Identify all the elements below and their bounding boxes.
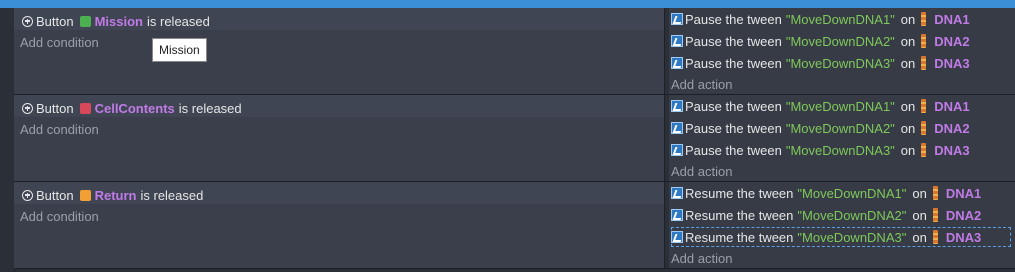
action-verb: Pause the tween — [685, 142, 782, 158]
action-target: DNA2 — [934, 120, 970, 136]
plus-circle-icon — [22, 15, 33, 27]
add-action-link[interactable]: Add action — [671, 77, 732, 92]
condition-kind: Button — [36, 100, 74, 116]
action-verb: Pause the tween — [685, 55, 782, 71]
tween-icon — [671, 144, 683, 156]
tween-name: "MoveDownDNA3" — [797, 229, 907, 245]
top-accent-bar — [0, 0, 1015, 8]
action-on: on — [912, 207, 927, 223]
tween-icon — [671, 122, 683, 134]
condition-kind: Button — [36, 13, 74, 29]
action-on: on — [900, 11, 916, 27]
action-on: on — [900, 98, 916, 114]
add-action-link[interactable]: Add action — [671, 251, 732, 266]
tween-name: "MoveDownDNA2" — [785, 33, 895, 49]
mission-object-icon — [79, 15, 91, 27]
dna-sprite-icon — [921, 12, 927, 26]
action-row[interactable]: Resume the tween "MoveDownDNA1" on DNA1 — [671, 183, 981, 203]
action-row[interactable]: Pause the tween "MoveDownDNA1" on DNA1 — [671, 9, 970, 29]
add-action-link[interactable]: Add action — [671, 164, 732, 179]
add-condition-link[interactable]: Add condition — [20, 209, 99, 224]
action-row[interactable]: Pause the tween "MoveDownDNA3" on DNA3 — [671, 53, 970, 73]
action-target: DNA3 — [945, 229, 982, 245]
tween-name: "MoveDownDNA3" — [785, 142, 895, 158]
action-on: on — [900, 33, 916, 49]
add-condition-link[interactable]: Add condition — [20, 122, 99, 137]
condition-suffix: is released — [140, 187, 204, 203]
action-on: on — [900, 142, 916, 158]
tween-icon — [671, 35, 683, 47]
actions-panel[interactable]: Pause the tween "MoveDownDNA1" on DNA1 P… — [669, 8, 1015, 94]
condition-kind: Button — [36, 187, 74, 203]
tween-icon — [671, 100, 683, 112]
action-row[interactable]: Pause the tween "MoveDownDNA3" on DNA3 — [671, 140, 970, 160]
tween-name: "MoveDownDNA2" — [785, 120, 895, 136]
action-row[interactable]: Pause the tween "MoveDownDNA2" on DNA2 — [671, 31, 970, 51]
action-verb: Pause the tween — [685, 98, 782, 114]
dna-sprite-icon — [932, 230, 938, 244]
action-target: DNA3 — [934, 55, 970, 71]
dna-sprite-icon — [921, 34, 927, 48]
actions-panel[interactable]: Resume the tween "MoveDownDNA1" on DNA1 … — [669, 182, 1015, 268]
condition-row[interactable]: Button CellContents is released — [22, 99, 242, 117]
action-on: on — [912, 229, 927, 245]
action-row[interactable]: Pause the tween "MoveDownDNA1" on DNA1 — [671, 96, 970, 116]
action-verb: Pause the tween — [685, 120, 782, 136]
dna-sprite-icon — [921, 56, 927, 70]
action-verb: Resume the tween — [685, 229, 794, 245]
dna-sprite-icon — [921, 121, 927, 135]
action-verb: Resume the tween — [685, 207, 794, 223]
action-verb: Pause the tween — [685, 33, 782, 49]
condition-object[interactable]: CellContents — [95, 101, 175, 116]
dna-sprite-icon — [932, 208, 938, 222]
dna-sprite-icon — [932, 186, 938, 200]
dna-sprite-icon — [921, 99, 927, 113]
tooltip: Mission — [152, 38, 207, 62]
add-condition-link[interactable]: Add condition — [20, 35, 99, 50]
dna-sprite-icon — [921, 143, 927, 157]
condition-row[interactable]: Button Mission is released — [22, 12, 210, 30]
tween-name: "MoveDownDNA1" — [797, 185, 907, 201]
condition-suffix: is released — [147, 13, 210, 29]
action-target: DNA1 — [934, 98, 970, 114]
action-row[interactable]: Resume the tween "MoveDownDNA2" on DNA2 — [671, 205, 981, 225]
action-row[interactable]: Pause the tween "MoveDownDNA2" on DNA2 — [671, 118, 970, 138]
plus-circle-icon — [22, 189, 33, 201]
event-block-return[interactable]: Button Return is released Add condition … — [14, 182, 1015, 269]
tween-name: "MoveDownDNA2" — [797, 207, 907, 223]
event-gutter — [0, 8, 15, 272]
action-target: DNA1 — [934, 11, 970, 27]
tween-icon — [671, 209, 683, 221]
tween-name: "MoveDownDNA3" — [785, 55, 895, 71]
cellcontents-object-icon — [79, 102, 91, 114]
condition-panel[interactable]: Button CellContents is released Add cond… — [14, 95, 664, 181]
condition-panel[interactable]: Button Return is released Add condition — [14, 182, 664, 268]
actions-panel[interactable]: Pause the tween "MoveDownDNA1" on DNA1 P… — [669, 95, 1015, 181]
action-verb: Resume the tween — [685, 185, 794, 201]
action-row-selected[interactable]: Resume the tween "MoveDownDNA3" on DNA3 — [671, 227, 1011, 247]
tween-icon — [671, 231, 683, 243]
tween-icon — [671, 13, 683, 25]
action-on: on — [900, 120, 916, 136]
condition-object[interactable]: Mission — [95, 14, 143, 29]
action-target: DNA2 — [945, 207, 982, 223]
event-block-cellcontents[interactable]: Button CellContents is released Add cond… — [14, 95, 1015, 182]
action-target: DNA2 — [934, 33, 970, 49]
action-target: DNA1 — [945, 185, 982, 201]
condition-panel[interactable]: Button Mission is released Add condition — [14, 8, 664, 94]
tween-name: "MoveDownDNA1" — [785, 11, 895, 27]
condition-object[interactable]: Return — [95, 188, 137, 203]
tween-name: "MoveDownDNA1" — [785, 98, 895, 114]
return-object-icon — [79, 189, 91, 201]
action-on: on — [900, 55, 916, 71]
condition-suffix: is released — [178, 100, 242, 116]
condition-row[interactable]: Button Return is released — [22, 186, 203, 204]
plus-circle-icon — [22, 102, 33, 114]
tween-icon — [671, 187, 683, 199]
action-target: DNA3 — [934, 142, 970, 158]
action-on: on — [912, 185, 927, 201]
tween-icon — [671, 57, 683, 69]
action-verb: Pause the tween — [685, 11, 782, 27]
